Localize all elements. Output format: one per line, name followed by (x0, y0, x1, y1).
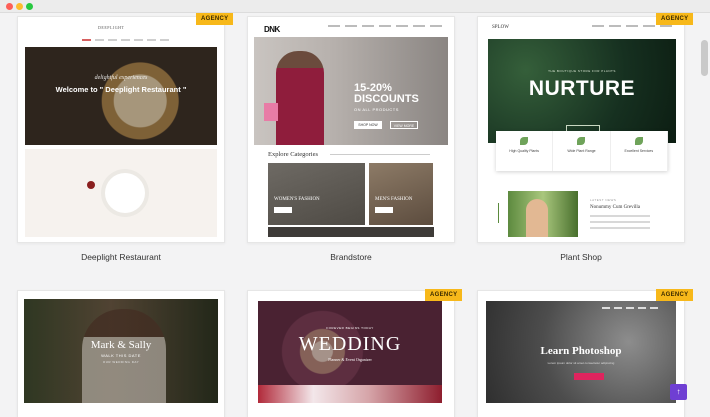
template-card-plant-shop[interactable]: SPLOW THE BOUTIQUE STORE FOR PLANTS NURT… (477, 16, 685, 243)
blog-title: Nonummy Cum Grevilla (590, 205, 640, 210)
person-figure (526, 199, 548, 237)
agency-badge: AGENCY (196, 13, 234, 25)
preview-hero-image: 15-20% DISCOUNTS ON ALL PRODUCTS SHOP NO… (254, 37, 448, 145)
hero-eyebrow: THE BOUTIQUE STORE FOR PLANTS (548, 69, 616, 73)
hero-subtitle: Planner & Event Organizer (328, 357, 372, 362)
category-women: WOMEN'S FASHION (268, 163, 365, 225)
shopping-bag-shape (264, 103, 278, 121)
hero-title: NURTURE (528, 77, 636, 100)
hero-title: WEDDING (298, 333, 402, 355)
preview-navbar: SPLOW (478, 17, 684, 37)
hero-offer-text: 15-20% DISCOUNTS (354, 83, 419, 105)
category-label: WOMEN'S FASHION (274, 197, 320, 202)
model-figure (276, 51, 324, 145)
offer-subtext: ON ALL PRODUCTS (354, 107, 399, 112)
view-more-button: VIEW MORE (390, 121, 418, 129)
offer-word: DISCOUNTS (354, 93, 419, 105)
window-titlebar (0, 0, 710, 13)
category-label: MEN'S FASHION (375, 197, 413, 202)
preview-hero-image: Learn Photoshop Lorem ipsum dolor sit am… (486, 301, 676, 403)
agency-badge: AGENCY (425, 289, 463, 301)
preview-nav-links (592, 25, 672, 27)
preview-nav-links (328, 25, 442, 27)
minimize-window-button[interactable] (16, 3, 23, 10)
preview-navbar: DEEPLIGHT (18, 17, 224, 37)
hero-welcome-text: Welcome to " Deeplight Restaurant " (55, 85, 187, 94)
feature-strip: High Quality Plants Wide Plant Range Exc… (496, 131, 668, 171)
berry-shape (87, 181, 95, 189)
up-arrow-icon[interactable]: ↑ (670, 384, 687, 400)
card-title-deeplight[interactable]: Deeplight Restaurant (17, 252, 225, 262)
preview-navbar: DNK (248, 17, 454, 37)
category-button (274, 207, 292, 213)
blog-text-lines (590, 215, 650, 233)
blog-photo (508, 191, 578, 237)
category-button (375, 207, 393, 213)
preview-hero-image: THE BOUTIQUE STORE FOR PLANTS NURTURE (488, 39, 676, 143)
hero-script-text: delightful experiences (94, 75, 148, 81)
shop-now-button: SHOP NOW (354, 121, 382, 129)
leaf-decoration (498, 203, 504, 223)
feature-item: Wide Plant Range (553, 131, 611, 171)
hero-button (574, 373, 604, 380)
hero-subtitle-secondary: OUR WEDDING DAY (102, 360, 140, 364)
preview-hero-image: FOREVER BEGINS TODAY WEDDING Planner & E… (258, 301, 442, 385)
agency-badge: AGENCY (656, 13, 694, 25)
template-card-wedding-couple[interactable]: Mark & Sally WALK THIS DATE OUR WEDDING … (17, 290, 225, 417)
explore-heading: Explore Categories (268, 151, 318, 158)
hero-subtitle: WALK THIS DATE (101, 353, 141, 358)
preview-nav-links (602, 307, 658, 309)
preview-plate-image (25, 149, 217, 237)
preview-nav-links (82, 39, 169, 41)
hero-title: Learn Photoshop (540, 345, 622, 357)
template-card-deeplight[interactable]: DEEPLIGHT delightful experiences Welcome… (17, 16, 225, 243)
preview-logo: DNK (264, 25, 280, 34)
template-card-brandstore[interactable]: DNK 15-20% DISCOUNTS ON ALL PRODUCTS SHO… (247, 16, 455, 243)
preview-footer-strip (268, 227, 434, 237)
hero-subtitle: Lorem ipsum dolor sit amet consectetur a… (547, 361, 615, 365)
scrollbar-thumb[interactable] (701, 40, 708, 76)
blog-eyebrow: LATEST NEWS (590, 198, 617, 202)
plate-shape (105, 173, 145, 213)
feature-item: High Quality Plants (496, 131, 554, 171)
preview-hero-image: delightful experiences Welcome to " Deep… (25, 47, 217, 145)
preview-logo: DEEPLIGHT (98, 25, 125, 30)
preview-logo: SPLOW (492, 25, 509, 30)
feature-item: Excellent Services (611, 131, 668, 171)
card-title-plant-shop[interactable]: Plant Shop (477, 252, 685, 262)
close-window-button[interactable] (6, 3, 13, 10)
hero-eyebrow: FOREVER BEGINS TODAY (326, 326, 374, 330)
maximize-window-button[interactable] (26, 3, 33, 10)
flowers-image (258, 385, 442, 403)
template-card-wedding-planner[interactable]: FOREVER BEGINS TODAY WEDDING Planner & E… (247, 290, 455, 417)
hero-title: Mark & Sally (90, 339, 152, 351)
card-title-brandstore[interactable]: Brandstore (247, 252, 455, 262)
preview-hero-image: Mark & Sally WALK THIS DATE OUR WEDDING … (24, 299, 218, 403)
template-card-photoshop[interactable]: Learn Photoshop Lorem ipsum dolor sit am… (477, 290, 685, 417)
category-men: MEN'S FASHION (369, 163, 433, 225)
divider-line (330, 154, 430, 155)
agency-badge: AGENCY (656, 289, 694, 301)
